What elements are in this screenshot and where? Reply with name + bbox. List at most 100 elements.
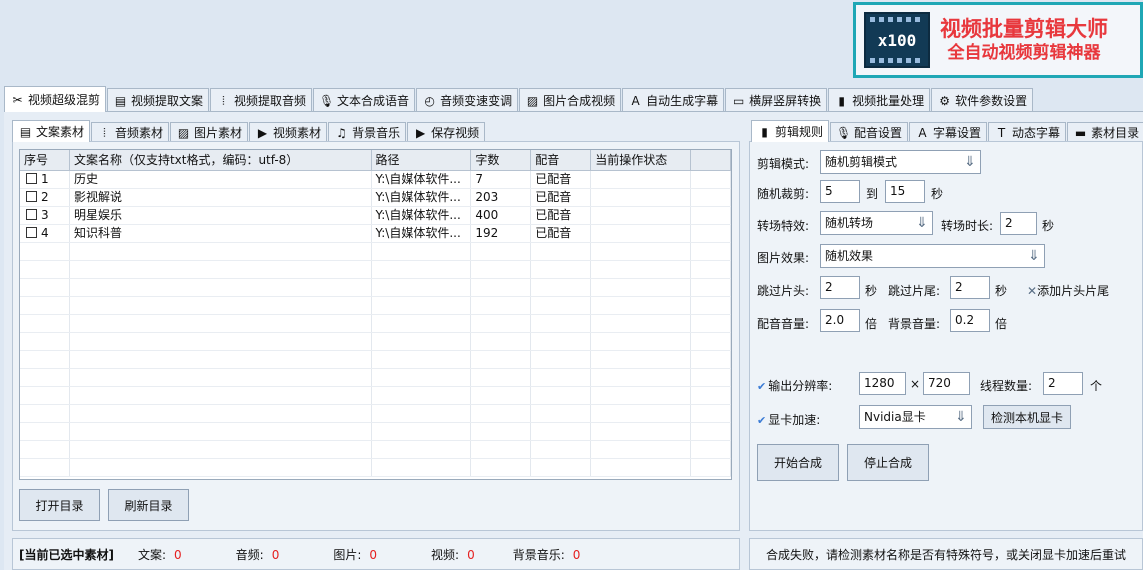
column-header[interactable]: 文案名称（仅支持txt格式，编码：utf-8） [70,150,372,170]
chevron-down-icon: ⇓ [964,154,976,170]
table-cell [20,423,70,440]
image-icon: ▨ [177,125,190,140]
table-cell [591,225,692,242]
column-header[interactable]: 当前操作状态 [591,150,692,170]
edit-mode-select[interactable]: 随机剪辑模式 ⇓ [820,150,981,174]
main-tab-9[interactable]: ⚙ 软件参数设置 [931,88,1034,112]
column-header[interactable]: 序号 [20,150,70,170]
dub-volume-input[interactable]: 2.0 [820,309,860,332]
table-cell: 已配音 [531,207,592,224]
music-icon: ♫ [336,125,347,140]
start-compose-button[interactable]: 开始合成 [757,444,839,481]
main-tab-1[interactable]: ▤ 视频提取文案 [107,88,210,112]
column-header[interactable]: 路径 [372,150,472,170]
table-cell: 已配音 [531,171,592,188]
skip-tail-input[interactable]: 2 [950,276,990,299]
row-checkbox[interactable] [26,209,37,220]
dub-volume-label: 配音音量: [757,317,810,331]
gauge-icon: ◴ [424,93,435,108]
material-tab-5[interactable]: ▶ 保存视频 [407,122,486,142]
main-tab-2[interactable]: ⦙ 视频提取音频 [210,88,313,112]
table-cell [471,441,532,458]
table-cell [70,315,372,332]
table-cell: 7 [471,171,532,188]
save-icon: ▶ [415,125,426,140]
row-checkbox[interactable] [26,191,37,202]
gpu-select[interactable]: Nvidia显卡 ⇓ [859,405,972,429]
resolution-width-input[interactable]: 1280 [859,372,906,395]
table-row [20,351,731,369]
table-cell [591,459,692,476]
skip-tail-label: 跳过片尾: [888,284,941,298]
main-tab-7[interactable]: ▭ 横屏竖屏转换 [725,88,828,112]
times-unit: 倍 [995,317,1008,331]
transition-duration-input[interactable]: 2 [1000,212,1037,235]
main-tab-6[interactable]: A 自动生成字幕 [622,88,725,112]
settings-tab-0[interactable]: ▮ 剪辑规则 [751,120,830,142]
table-cell [471,423,532,440]
table-cell [591,387,692,404]
table-cell: 影视解说 [70,189,372,206]
refresh-dir-button[interactable]: 刷新目录 [108,489,189,521]
table-row [20,315,731,333]
table-cell [531,351,592,368]
table-row[interactable]: 2 影视解说 Y:\自媒体软件... 203 已配音 [20,189,731,207]
main-tab-8[interactable]: ▮ 视频批量处理 [828,88,931,112]
table-cell: 知识科普 [70,225,372,242]
table-cell: 明星娱乐 [70,207,372,224]
column-header[interactable] [691,150,731,170]
column-header[interactable]: 配音 [531,150,592,170]
material-tab-3[interactable]: ▶ 视频素材 [249,122,328,142]
material-tab-2[interactable]: ▨ 图片素材 [170,122,249,142]
settings-tab-1[interactable]: 🎙 配音设置 [830,122,909,142]
main-tab-3[interactable]: 🎙 文本合成语音 [313,88,416,112]
resolution-height-input[interactable]: 720 [923,372,970,395]
material-tab-1[interactable]: ⦙ 音频素材 [91,122,170,142]
chevron-down-icon: ⇓ [955,409,967,425]
main-tab-4[interactable]: ◴ 音频变速变调 [416,88,519,112]
stop-compose-button[interactable]: 停止合成 [847,444,929,481]
skip-head-input[interactable]: 2 [820,276,860,299]
row-checkbox[interactable] [26,173,37,184]
table-cell [591,369,692,386]
text-box-icon: T [997,125,1006,140]
detect-gpu-button[interactable]: 检测本机显卡 [983,405,1071,429]
table-cell [691,261,731,278]
copy-material-table: 序号 文案名称（仅支持txt格式，编码：utf-8） 路径 字数 配音 当前操作状态 1历… [19,149,732,480]
settings-tab-4[interactable]: ▬ 素材目录 [1067,122,1143,142]
table-cell [70,441,372,458]
table-cell [372,351,472,368]
table-cell [471,459,532,476]
settings-tab-label: 字幕设置 [933,126,982,140]
add-head-tail-option[interactable]: ✕添加片头片尾 [1027,282,1109,299]
summary-item: 文案: 0 [137,547,182,562]
image-effect-select[interactable]: 随机效果 ⇓ [820,244,1045,268]
selected-summary-bar: [当前已选中素材] 文案: 0 音频: 0 图片: 0 视频: 0 背景音乐: 0 [12,538,740,570]
column-header[interactable]: 字数 [471,150,532,170]
table-cell [691,387,731,404]
settings-tab-2[interactable]: A 字幕设置 [909,122,988,142]
row-checkbox[interactable] [26,227,37,238]
table-body: 1 历史 Y:\自媒体软件... 7 已配音 2 影视解说 Y:\自媒体软件... 203 已配音… [20,171,731,477]
transition-select[interactable]: 随机转场 ⇓ [820,211,933,235]
table-cell [531,279,592,296]
table-row[interactable]: 4 知识科普 Y:\自媒体软件... 192 已配音 [20,225,731,243]
material-tab-4[interactable]: ♫ 背景音乐 [328,122,407,142]
table-cell [531,315,592,332]
material-tab-label: 图片素材 [194,126,243,140]
random-cut-max-input[interactable]: 15 [885,180,925,203]
bgm-volume-input[interactable]: 0.2 [950,309,990,332]
table-cell [372,387,472,404]
open-dir-button[interactable]: 打开目录 [19,489,100,521]
material-tab-0[interactable]: ▤ 文案素材 [12,120,91,142]
main-tab-label: 视频提取音频 [234,94,307,108]
table-row[interactable]: 3 明星娱乐 Y:\自媒体软件... 400 已配音 [20,207,731,225]
table-row[interactable]: 1 历史 Y:\自媒体软件... 7 已配音 [20,171,731,189]
main-tab-label: 自动生成字幕 [646,94,719,108]
threads-input[interactable]: 2 [1043,372,1083,395]
settings-tab-3[interactable]: T 动态字幕 [988,122,1067,142]
table-cell [591,189,692,206]
random-cut-min-input[interactable]: 5 [820,180,860,203]
main-tab-0[interactable]: ✂ 视频超级混剪 [4,86,107,112]
main-tab-5[interactable]: ▨ 图片合成视频 [519,88,622,112]
